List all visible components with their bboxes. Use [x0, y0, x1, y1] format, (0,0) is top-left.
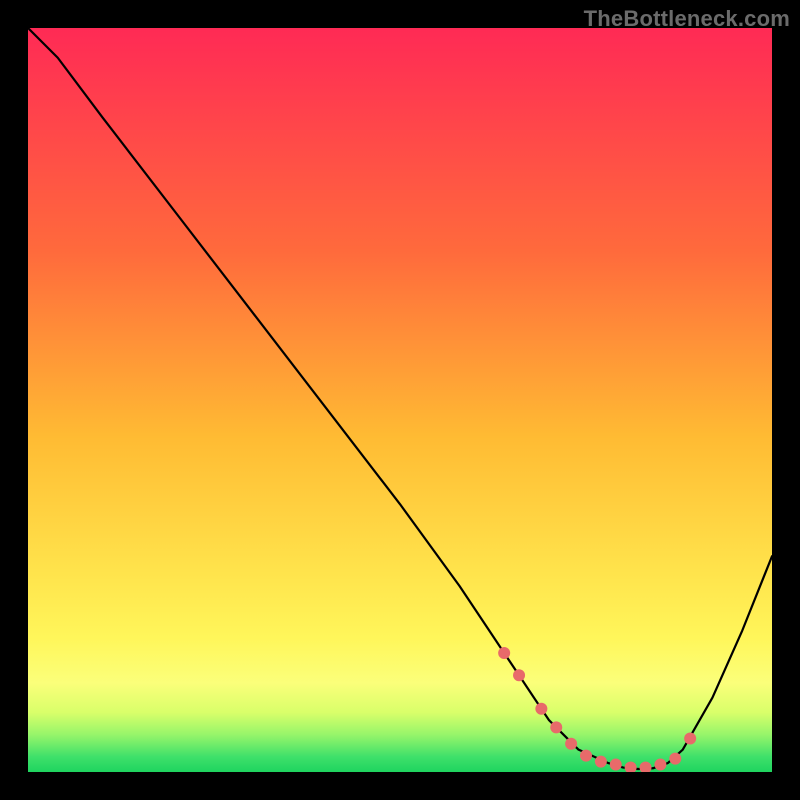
marker-dot [550, 721, 562, 733]
chart-svg [28, 28, 772, 772]
marker-dot [565, 738, 577, 750]
marker-dot [595, 756, 607, 768]
plot-area [28, 28, 772, 772]
marker-dot [513, 669, 525, 681]
marker-dot [669, 753, 681, 765]
marker-dot [610, 759, 622, 771]
marker-dot [535, 703, 547, 715]
marker-dot [580, 750, 592, 762]
marker-dot [498, 647, 510, 659]
gradient-fill [28, 28, 772, 772]
marker-dot [684, 733, 696, 745]
chart-frame: TheBottleneck.com [0, 0, 800, 800]
marker-dot [654, 759, 666, 771]
